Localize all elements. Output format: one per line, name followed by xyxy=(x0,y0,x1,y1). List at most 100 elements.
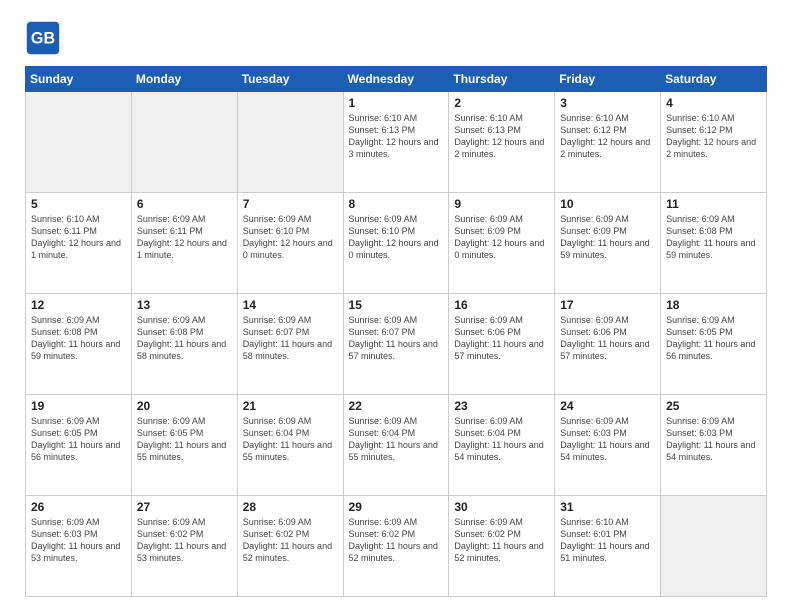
calendar-cell: 20Sunrise: 6:09 AM Sunset: 6:05 PM Dayli… xyxy=(131,395,237,496)
day-info: Sunrise: 6:09 AM Sunset: 6:04 PM Dayligh… xyxy=(454,415,549,464)
day-info: Sunrise: 6:09 AM Sunset: 6:05 PM Dayligh… xyxy=(666,314,761,363)
calendar-cell: 7 Sunrise: 6:09 AM Sunset: 6:10 PM Daylig… xyxy=(237,193,343,294)
day-number: 11 xyxy=(666,197,761,211)
day-info: Sunrise: 6:09 AM Sunset: 6:07 PM Dayligh… xyxy=(243,314,338,363)
day-info: Sunrise: 6:10 AM Sunset: 6:12 PM Dayligh… xyxy=(560,112,655,161)
day-number: 28 xyxy=(243,500,338,514)
calendar-cell: 23 Sunrise: 6:09 AM Sunset: 6:04 PM Dayli… xyxy=(449,395,555,496)
calendar-cell: 11 Sunrise: 6:09 AM Sunset: 6:08 PM Dayli… xyxy=(661,193,767,294)
calendar-cell: 12 Sunrise: 6:09 AM Sunset: 6:08 PM Dayli… xyxy=(26,294,132,395)
day-info: Sunrise: 6:09 AM Sunset: 6:06 PM Dayligh… xyxy=(454,314,549,363)
day-number: 7 xyxy=(243,197,338,211)
weekday-header-wednesday: Wednesday xyxy=(343,67,449,92)
page-header: GB xyxy=(25,20,767,56)
day-number: 25 xyxy=(666,399,761,413)
day-number: 19 xyxy=(31,399,126,413)
day-number: 8 xyxy=(349,197,444,211)
day-info: Sunrise: 6:09 AM Sunset: 6:04 PM Dayligh… xyxy=(349,415,444,464)
day-info: Sunrise: 6:09 AM Sunset: 6:08 PM Dayligh… xyxy=(137,314,232,363)
day-info: Sunrise: 6:10 AM Sunset: 6:13 PM Dayligh… xyxy=(349,112,444,161)
calendar-cell: 1 Sunrise: 6:10 AM Sunset: 6:13 PM Daylig… xyxy=(343,92,449,193)
calendar-cell: 10 Sunrise: 6:09 AM Sunset: 6:09 PM Dayli… xyxy=(555,193,661,294)
day-number: 26 xyxy=(31,500,126,514)
day-info: Sunrise: 6:09 AM Sunset: 6:02 PM Dayligh… xyxy=(243,516,338,565)
calendar-cell: 30Sunrise: 6:09 AM Sunset: 6:02 PM Dayli… xyxy=(449,496,555,597)
day-info: Sunrise: 6:09 AM Sunset: 6:08 PM Dayligh… xyxy=(31,314,126,363)
calendar-cell: 15 Sunrise: 6:09 AM Sunset: 6:07 PM Dayli… xyxy=(343,294,449,395)
calendar-cell: 16 Sunrise: 6:09 AM Sunset: 6:06 PM Dayli… xyxy=(449,294,555,395)
logo-icon: GB xyxy=(25,20,61,56)
day-info: Sunrise: 6:09 AM Sunset: 6:10 PM Dayligh… xyxy=(243,213,338,262)
day-number: 4 xyxy=(666,96,761,110)
calendar-cell: 9 Sunrise: 6:09 AM Sunset: 6:09 PM Daylig… xyxy=(449,193,555,294)
day-info: Sunrise: 6:09 AM Sunset: 6:04 PM Dayligh… xyxy=(243,415,338,464)
day-info: Sunrise: 6:09 AM Sunset: 6:09 PM Dayligh… xyxy=(560,213,655,262)
calendar-cell: 25 Sunrise: 6:09 AM Sunset: 6:03 PM Dayli… xyxy=(661,395,767,496)
day-number: 9 xyxy=(454,197,549,211)
day-info: Sunrise: 6:09 AM Sunset: 6:02 PM Dayligh… xyxy=(454,516,549,565)
calendar-week-2: 5Sunrise: 6:10 AM Sunset: 6:11 PM Daylig… xyxy=(26,193,767,294)
calendar-week-1: 1 Sunrise: 6:10 AM Sunset: 6:13 PM Daylig… xyxy=(26,92,767,193)
day-number: 1 xyxy=(349,96,444,110)
calendar-cell: 28 Sunrise: 6:09 AM Sunset: 6:02 PM Dayli… xyxy=(237,496,343,597)
day-number: 3 xyxy=(560,96,655,110)
day-number: 10 xyxy=(560,197,655,211)
day-number: 16 xyxy=(454,298,549,312)
day-number: 27 xyxy=(137,500,232,514)
calendar-cell: 2 Sunrise: 6:10 AM Sunset: 6:13 PM Daylig… xyxy=(449,92,555,193)
calendar-cell xyxy=(237,92,343,193)
calendar-cell xyxy=(131,92,237,193)
day-info: Sunrise: 6:10 AM Sunset: 6:13 PM Dayligh… xyxy=(454,112,549,161)
calendar-cell: 24 Sunrise: 6:09 AM Sunset: 6:03 PM Dayli… xyxy=(555,395,661,496)
calendar-cell: 22 Sunrise: 6:09 AM Sunset: 6:04 PM Dayli… xyxy=(343,395,449,496)
calendar-week-4: 19 Sunrise: 6:09 AM Sunset: 6:05 PM Dayli… xyxy=(26,395,767,496)
calendar-cell: 18 Sunrise: 6:09 AM Sunset: 6:05 PM Dayli… xyxy=(661,294,767,395)
day-number: 31 xyxy=(560,500,655,514)
calendar-cell xyxy=(26,92,132,193)
calendar-cell: 21 Sunrise: 6:09 AM Sunset: 6:04 PM Dayli… xyxy=(237,395,343,496)
day-number: 14 xyxy=(243,298,338,312)
day-info: Sunrise: 6:09 AM Sunset: 6:03 PM Dayligh… xyxy=(560,415,655,464)
day-info: Sunrise: 6:09 AM Sunset: 6:10 PM Dayligh… xyxy=(349,213,444,262)
day-number: 23 xyxy=(454,399,549,413)
day-number: 20 xyxy=(137,399,232,413)
weekday-header-thursday: Thursday xyxy=(449,67,555,92)
day-number: 18 xyxy=(666,298,761,312)
weekday-header-sunday: Sunday xyxy=(26,67,132,92)
weekday-header-saturday: Saturday xyxy=(661,67,767,92)
day-info: Sunrise: 6:09 AM Sunset: 6:06 PM Dayligh… xyxy=(560,314,655,363)
day-info: Sunrise: 6:09 AM Sunset: 6:08 PM Dayligh… xyxy=(666,213,761,262)
calendar-cell: 27Sunrise: 6:09 AM Sunset: 6:02 PM Dayli… xyxy=(131,496,237,597)
calendar-week-3: 12 Sunrise: 6:09 AM Sunset: 6:08 PM Dayli… xyxy=(26,294,767,395)
day-number: 21 xyxy=(243,399,338,413)
calendar-cell: 5Sunrise: 6:10 AM Sunset: 6:11 PM Daylig… xyxy=(26,193,132,294)
day-number: 29 xyxy=(349,500,444,514)
day-info: Sunrise: 6:10 AM Sunset: 6:11 PM Dayligh… xyxy=(31,213,126,262)
day-info: Sunrise: 6:09 AM Sunset: 6:03 PM Dayligh… xyxy=(31,516,126,565)
day-number: 2 xyxy=(454,96,549,110)
day-number: 22 xyxy=(349,399,444,413)
day-number: 6 xyxy=(137,197,232,211)
calendar-cell: 14 Sunrise: 6:09 AM Sunset: 6:07 PM Dayli… xyxy=(237,294,343,395)
weekday-header-friday: Friday xyxy=(555,67,661,92)
calendar-cell: 19 Sunrise: 6:09 AM Sunset: 6:05 PM Dayli… xyxy=(26,395,132,496)
day-info: Sunrise: 6:09 AM Sunset: 6:05 PM Dayligh… xyxy=(31,415,126,464)
day-number: 15 xyxy=(349,298,444,312)
svg-text:GB: GB xyxy=(31,29,55,47)
day-number: 24 xyxy=(560,399,655,413)
calendar-cell: 26 Sunrise: 6:09 AM Sunset: 6:03 PM Dayli… xyxy=(26,496,132,597)
day-info: Sunrise: 6:10 AM Sunset: 6:12 PM Dayligh… xyxy=(666,112,761,161)
calendar-week-5: 26 Sunrise: 6:09 AM Sunset: 6:03 PM Dayli… xyxy=(26,496,767,597)
day-info: Sunrise: 6:09 AM Sunset: 6:09 PM Dayligh… xyxy=(454,213,549,262)
day-number: 13 xyxy=(137,298,232,312)
day-info: Sunrise: 6:09 AM Sunset: 6:11 PM Dayligh… xyxy=(137,213,232,262)
calendar-cell xyxy=(661,496,767,597)
day-info: Sunrise: 6:09 AM Sunset: 6:02 PM Dayligh… xyxy=(349,516,444,565)
calendar-table: SundayMondayTuesdayWednesdayThursdayFrid… xyxy=(25,66,767,597)
day-info: Sunrise: 6:09 AM Sunset: 6:07 PM Dayligh… xyxy=(349,314,444,363)
day-number: 12 xyxy=(31,298,126,312)
calendar-cell: 4 Sunrise: 6:10 AM Sunset: 6:12 PM Daylig… xyxy=(661,92,767,193)
calendar-cell: 6 Sunrise: 6:09 AM Sunset: 6:11 PM Daylig… xyxy=(131,193,237,294)
calendar-cell: 29 Sunrise: 6:09 AM Sunset: 6:02 PM Dayli… xyxy=(343,496,449,597)
day-info: Sunrise: 6:09 AM Sunset: 6:03 PM Dayligh… xyxy=(666,415,761,464)
